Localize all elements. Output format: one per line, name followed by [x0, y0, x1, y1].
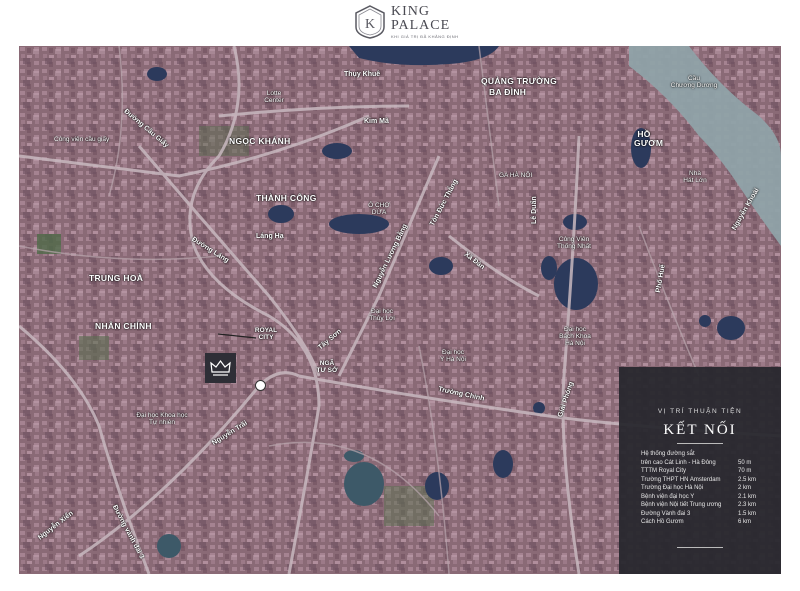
panel-subtitle: VỊ TRÍ THUẬN TIỆN — [657, 408, 743, 415]
list-item: Trường Đại học Hà Nội 2 km — [641, 484, 763, 493]
row-value: 6 km — [738, 519, 752, 525]
label-nha-hat-lon: Nhà Hát Lớn — [675, 170, 715, 184]
label-ho-guom: HỒ GƯƠM — [634, 130, 664, 148]
label-royal-city-line1: ROYAL — [254, 327, 278, 334]
label-ga-ha-noi: GA HÀ NỘI — [499, 172, 533, 179]
crown-icon — [210, 360, 231, 376]
crest-letter: K — [365, 17, 375, 32]
row-label: Bệnh viện Nội tiết Trung ương — [641, 502, 722, 508]
row-value: 2 km — [738, 485, 752, 491]
label-nga-tu-so-line2: TƯ SỞ — [316, 367, 338, 374]
row-label: Đường Vành đai 3 — [641, 510, 691, 517]
connectivity-panel: VỊ TRÍ THUẬN TIỆN KẾT NỐI Hệ thống đường… — [619, 367, 781, 574]
row-label: TTTM Royal City — [641, 468, 686, 474]
row-label: trên cao Cát Linh - Hà Đông — [641, 459, 716, 466]
row-label: Cách Hồ Gươm — [641, 519, 684, 525]
label-le-duan: Lê Duẩn — [531, 196, 538, 224]
label-thanh-cong: THÀNH CÔNG — [256, 193, 317, 203]
label-lang-ha: Láng Hạ — [256, 233, 284, 240]
list-item: TTTM Royal City 70 m — [641, 467, 763, 476]
label-nhan-chinh: NHÂN CHÍNH — [95, 321, 152, 331]
list-item: Hệ thống đường sắt — [641, 450, 763, 459]
label-nha-hat-lon-line1: Nhà — [689, 170, 701, 177]
brand-name: KING PALACE — [391, 5, 450, 33]
label-o-cho-dua: Ô CHỢ DỪA — [366, 202, 392, 216]
brand-name-line2: PALACE — [391, 18, 451, 33]
label-ba-dinh: BA ĐÌNH — [489, 87, 527, 97]
row-label: Trường THPT HN Amsterdam — [641, 476, 721, 483]
label-lotte-line2: Center — [264, 97, 284, 104]
label-dai-hoc-y-line2: Y Hà Nội — [440, 356, 466, 363]
list-item: Trường THPT HN Amsterdam 2.5 km — [641, 476, 763, 485]
brand-name-line1: KING — [391, 4, 430, 19]
label-lotte-center: Lotte Center — [254, 90, 294, 104]
label-dai-hoc-thuy-loi: Đại học Thủy Lợi — [362, 308, 402, 322]
brand-tagline: KHI GIÁ TRỊ ĐÃ KHẲNG ĐỊNH — [391, 34, 459, 39]
king-palace-location-marker — [205, 353, 236, 383]
row-value: 50 m — [738, 459, 752, 466]
row-label: Bệnh viện đại học Y — [641, 493, 695, 500]
label-cong-vien-thong-nhat: Công Viên Thống Nhất — [549, 236, 599, 250]
label-dai-hoc-y-ha-noi: Đại học Y Hà Nội — [433, 349, 473, 363]
label-cong-vien-thong-nhat-line1: Công Viên — [558, 236, 590, 243]
list-item: Bệnh viện Nội tiết Trung ương 2.3 km — [641, 501, 763, 510]
row-value: 1.5 km — [738, 510, 757, 517]
list-item: Cách Hồ Gươm 6 km — [641, 518, 763, 527]
panel-list: Hệ thống đường sắt trên cao Cát Linh - H… — [641, 450, 763, 527]
label-royal-city: ROYAL CITY — [251, 327, 281, 341]
label-ngoc-khanh: NGỌC KHÁNH — [229, 136, 291, 146]
row-label: Hệ thống đường sắt — [641, 451, 695, 457]
label-dai-hoc-thuy-loi-line1: Đại học — [370, 308, 394, 315]
label-nga-tu-so: NGÃ TƯ SỞ — [314, 360, 340, 374]
list-item: Bệnh viện đại học Y 2.1 km — [641, 493, 763, 502]
label-dai-hoc-y-line1: Đại học — [441, 349, 465, 356]
king-palace-crest-icon: K — [355, 5, 385, 39]
panel-title: KẾT NỐI — [663, 422, 737, 438]
label-cau-chuong-duong-line1: Cầu — [688, 75, 700, 82]
label-dai-hoc-thuy-loi-line2: Thủy Lợi — [369, 315, 395, 322]
row-value: 2.1 km — [738, 493, 757, 500]
row-value: 2.5 km — [738, 476, 757, 483]
label-nga-tu-so-line1: NGÃ — [319, 360, 335, 367]
label-kim-ma: Kim Mã — [364, 118, 389, 125]
row-label: Trường Đại học Hà Nội — [641, 485, 704, 491]
panel-divider-top — [677, 443, 723, 444]
panel-divider-bottom — [677, 547, 723, 548]
label-quang-truong: QUẢNG TRƯỜNG — [481, 76, 557, 86]
label-o-cho-dua-line1: Ô CHỢ — [368, 202, 390, 209]
label-royal-city-line2: CITY — [258, 334, 274, 341]
header: K KING PALACE KHI GIÁ TRỊ ĐÃ KHẲNG ĐỊNH — [0, 0, 800, 46]
label-dai-hoc-khoa-hoc-line1: Đại học Khoa học — [136, 412, 188, 419]
list-item: trên cao Cát Linh - Hà Đông 50 m — [641, 459, 763, 468]
label-dai-hoc-bach-khoa-line2: Bách Khoa — [559, 333, 591, 340]
label-o-cho-dua-line2: DỪA — [371, 209, 387, 216]
satellite-map: Thụy Khuê QUẢNG TRƯỜNG BA ĐÌNH Cầu Chươn… — [19, 46, 781, 574]
label-cau-chuong-duong: Cầu Chương Dương — [669, 75, 719, 89]
label-cong-vien-cau-giay: Công viên cầu giấy — [54, 136, 110, 143]
label-dai-hoc-bach-khoa-line1: Đại học — [563, 326, 587, 333]
label-dai-hoc-khoa-hoc-tu-nhien: Đại học Khoa học Tự nhiên — [127, 412, 197, 426]
label-lotte-line1: Lotte — [266, 90, 282, 97]
row-value: 2.3 km — [738, 502, 757, 508]
label-cau-chuong-duong-line2: Chương Dương — [670, 82, 718, 89]
location-dot — [255, 380, 266, 391]
label-dai-hoc-khoa-hoc-line2: Tự nhiên — [148, 419, 176, 426]
label-dai-hoc-bach-khoa: Đại học Bách Khoa Hà Nội — [555, 326, 595, 347]
label-nha-hat-lon-line2: Hát Lớn — [683, 177, 707, 184]
label-trung-hoa: TRUNG HOÀ — [89, 273, 144, 283]
label-cong-vien-thong-nhat-line2: Thống Nhất — [557, 243, 591, 250]
list-item: Đường Vành đai 3 1.5 km — [641, 510, 763, 519]
label-guom: GƯƠM — [634, 138, 664, 148]
label-thuy-khue: Thụy Khuê — [344, 71, 381, 78]
row-value: 70 m — [738, 468, 752, 474]
label-dai-hoc-bach-khoa-line3: Hà Nội — [565, 340, 585, 347]
